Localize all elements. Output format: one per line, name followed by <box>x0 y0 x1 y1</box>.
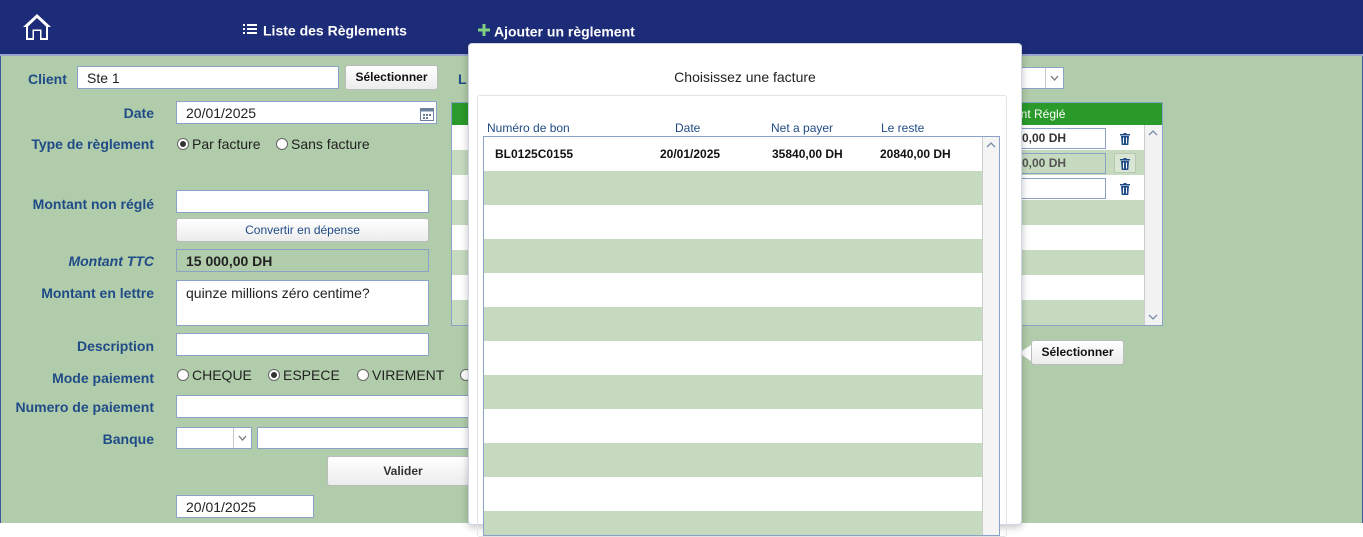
montant-regle-input-2[interactable]: 0,00 DH <box>1012 153 1106 174</box>
montant-ttc-label: Montant TTC <box>68 253 154 269</box>
popup-table-container: Numéro de bon Date Net a payer Le reste … <box>477 95 1007 537</box>
client-input[interactable]: Ste 1 <box>77 66 339 89</box>
facture-net-a-payer: 35840,00 DH <box>772 147 843 161</box>
banque-select[interactable] <box>176 427 252 449</box>
bottom-date-input[interactable]: 20/01/2025 <box>176 495 314 518</box>
home-icon[interactable] <box>22 12 52 42</box>
date-label: Date <box>123 105 154 121</box>
radio-cheque-dot[interactable] <box>177 369 189 382</box>
trash-icon[interactable] <box>1120 157 1130 173</box>
radio-par-facture[interactable]: Par facture <box>177 135 260 152</box>
facture-row[interactable]: BL0125C0155 20/01/2025 35840,00 DH 20840… <box>484 137 982 171</box>
column-header-le-reste: Le reste <box>881 121 925 135</box>
scroll-up-icon[interactable] <box>1148 129 1158 137</box>
radio-sans-facture-dot[interactable] <box>276 138 288 151</box>
empty-row <box>484 273 982 307</box>
column-header-numero-bon: Numéro de bon <box>487 121 570 135</box>
valider-button[interactable]: Valider <box>327 456 479 486</box>
scroll-down-icon[interactable] <box>1148 313 1158 321</box>
montant-non-regle-input[interactable] <box>176 190 429 213</box>
numero-paiement-input[interactable] <box>176 395 476 418</box>
type-reglement-label: Type de règlement <box>31 136 154 152</box>
list-icon <box>243 22 257 38</box>
calendar-icon[interactable] <box>420 105 434 127</box>
column-header-net-a-payer: Net a payer <box>771 121 834 135</box>
nav-add-reglement[interactable]: Ajouter un règlement <box>478 22 635 39</box>
popup-scrollbar[interactable] <box>982 137 999 535</box>
banque-label: Banque <box>102 431 154 447</box>
empty-row <box>484 375 982 409</box>
nav-list-label: Liste des Règlements <box>263 22 407 39</box>
empty-row <box>484 477 982 511</box>
empty-row <box>484 443 982 477</box>
empty-row <box>484 511 982 535</box>
facture-le-reste: 20840,00 DH <box>880 147 951 161</box>
trash-icon[interactable] <box>1120 182 1130 198</box>
scroll-up-icon[interactable] <box>986 141 996 149</box>
radio-virement[interactable]: VIREMENT <box>357 366 444 383</box>
facture-numero-bon: BL0125C0155 <box>495 147 574 161</box>
empty-row <box>484 171 982 205</box>
radio-espece[interactable]: ESPECE <box>268 366 340 383</box>
facture-list: BL0125C0155 20/01/2025 35840,00 DH 20840… <box>483 136 1000 536</box>
nav-add-label: Ajouter un règlement <box>494 23 635 40</box>
montant-lettre-label: Montant en lettre <box>41 285 154 301</box>
banque-detail-input[interactable] <box>257 427 476 449</box>
trash-button-highlight[interactable] <box>1114 153 1136 173</box>
radio-virement-label: VIREMENT <box>372 367 445 384</box>
radio-sans-facture-label: Sans facture <box>291 136 370 153</box>
chevron-down-icon[interactable] <box>1045 68 1063 88</box>
plus-icon <box>478 23 490 39</box>
mode-paiement-label: Mode paiement <box>52 370 154 386</box>
empty-row <box>484 341 982 375</box>
convert-depense-button[interactable]: Convertir en dépense <box>176 218 429 242</box>
radio-espece-dot[interactable] <box>268 369 280 382</box>
description-label: Description <box>76 338 154 354</box>
column-header-date: Date <box>675 121 701 135</box>
partial-label: L <box>458 71 467 87</box>
table-scrollbar[interactable] <box>1144 125 1162 325</box>
empty-row <box>484 409 982 443</box>
popup-title: Choisissez une facture <box>674 69 816 85</box>
montant-lettre-textarea[interactable]: quinze millions zéro centime? <box>176 280 429 326</box>
radio-sans-facture[interactable]: Sans facture <box>276 135 370 152</box>
date-input[interactable]: 20/01/2025 <box>176 101 437 124</box>
radio-cheque[interactable]: CHEQUE <box>177 366 252 383</box>
radio-par-facture-label: Par facture <box>192 136 261 153</box>
empty-row <box>484 205 982 239</box>
description-input[interactable] <box>176 333 429 356</box>
select-facture-button[interactable]: Sélectionner <box>1031 340 1124 365</box>
empty-row <box>484 307 982 341</box>
montant-non-regle-label: Montant non réglé <box>32 196 154 212</box>
date-value: 20/01/2025 <box>186 105 257 121</box>
radio-virement-dot[interactable] <box>357 369 369 382</box>
empty-row <box>484 239 982 273</box>
client-label: Client <box>28 71 67 87</box>
montant-regle-input-1[interactable]: 0,00 DH <box>1012 128 1106 149</box>
montant-regle-input-3[interactable] <box>1012 178 1106 199</box>
montant-ttc-value: 15 000,00 DH <box>176 249 429 272</box>
numero-paiement-label: Numero de paiement <box>15 399 154 415</box>
chevron-down-icon[interactable] <box>233 428 251 448</box>
radio-espece-label: ESPECE <box>283 367 340 384</box>
facture-popup: Choisissez une facture Numéro de bon Dat… <box>468 43 1022 537</box>
radio-cheque-label: CHEQUE <box>192 367 252 384</box>
select-client-button[interactable]: Sélectionner <box>345 65 438 90</box>
facture-date: 20/01/2025 <box>660 147 721 161</box>
trash-icon[interactable] <box>1120 132 1130 148</box>
radio-par-facture-dot[interactable] <box>177 138 189 151</box>
nav-list-reglements[interactable]: Liste des Règlements <box>243 21 407 38</box>
